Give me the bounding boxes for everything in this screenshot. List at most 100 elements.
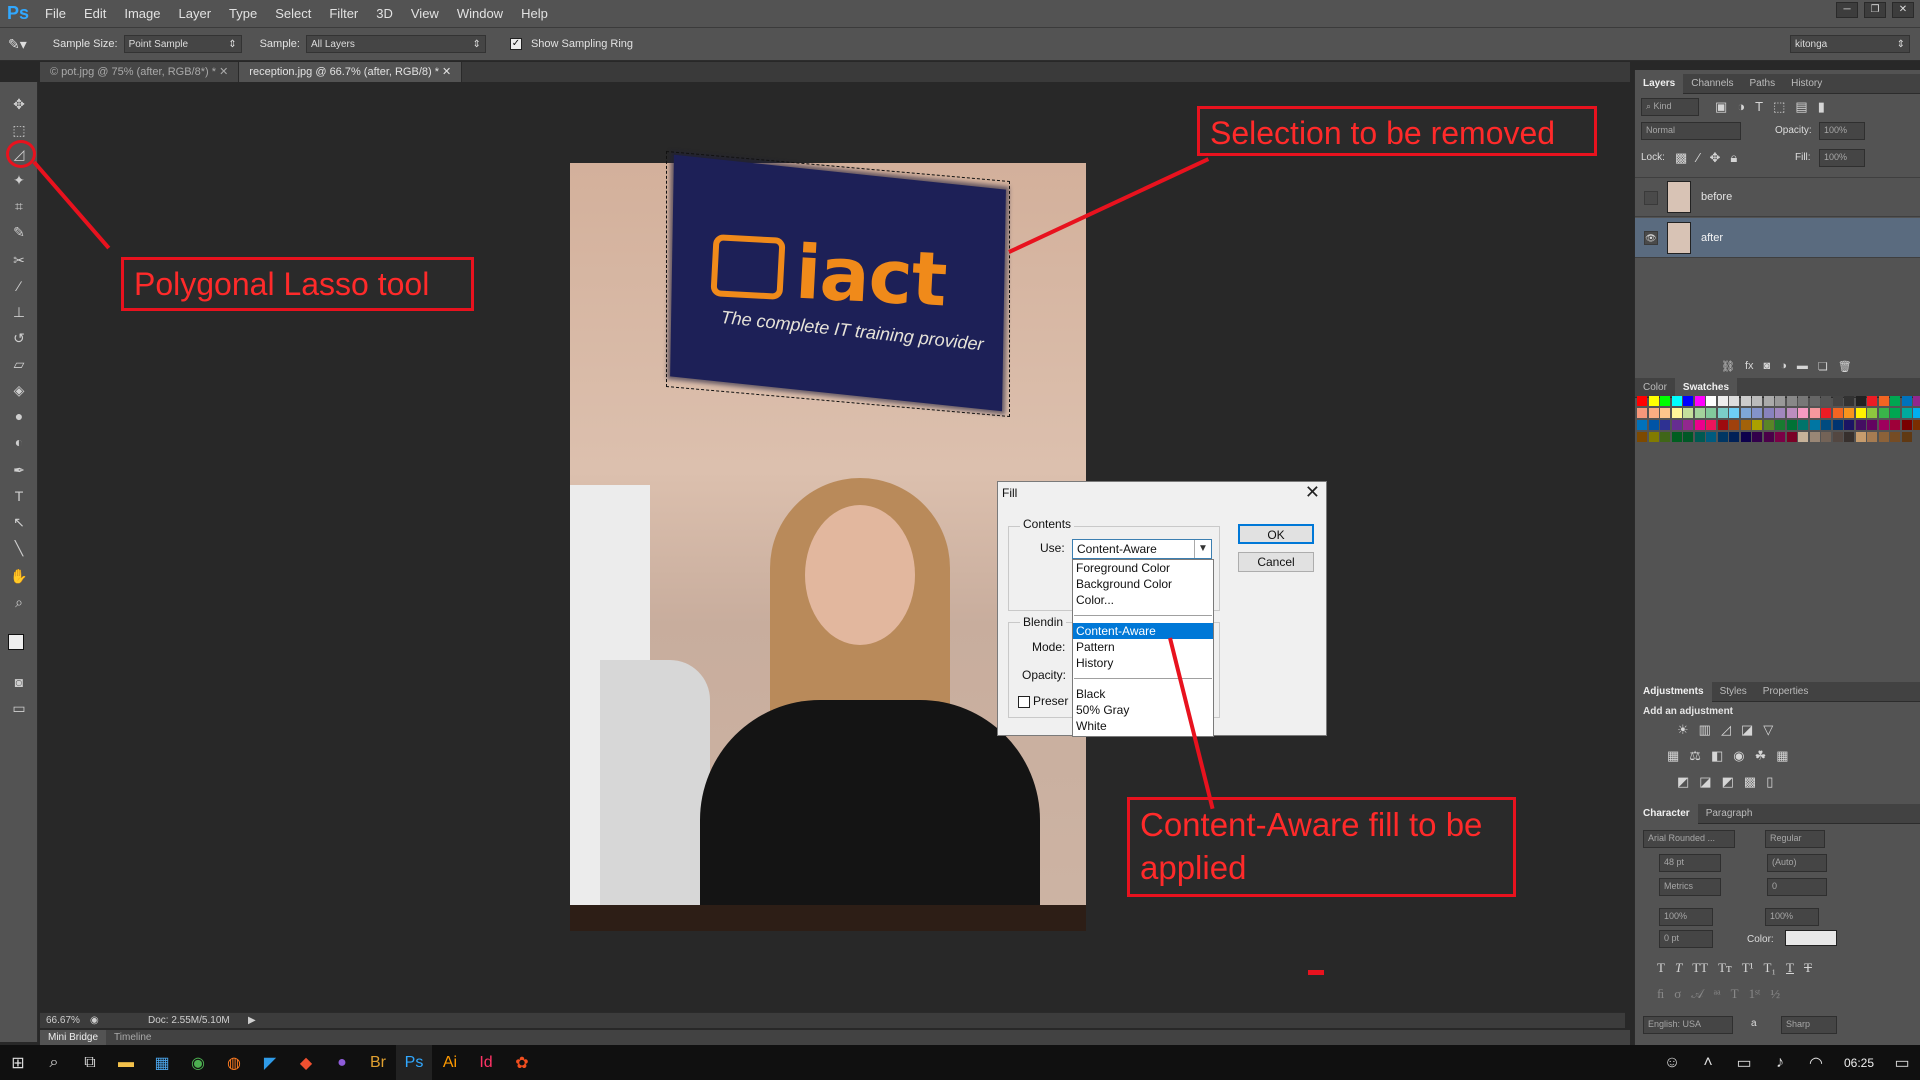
swash-icon[interactable]: 𝒜 [1691,986,1703,1002]
tab-pot[interactable]: © pot.jpg @ 75% (after, RGB/8*) * ✕ [40,62,240,82]
indesign-icon[interactable]: Id [468,1045,504,1080]
swatch[interactable] [1671,396,1682,406]
layer-kind-filter[interactable]: ⌕ Kind [1641,98,1699,116]
swatch[interactable] [1763,420,1774,430]
minimize-button[interactable]: ─ [1836,2,1858,18]
lock-pixels-icon[interactable]: ▩ [1675,150,1687,166]
swatch[interactable] [1694,396,1705,406]
task-view-icon[interactable]: ⧉ [72,1045,108,1080]
swatch[interactable] [1694,420,1705,430]
tray-chevron-icon[interactable]: ˄ [1690,1045,1726,1080]
swatch[interactable] [1878,432,1889,442]
swatch[interactable] [1706,420,1716,430]
levels-icon[interactable]: ▥ [1699,722,1711,738]
tab-color[interactable]: Color [1635,378,1675,398]
crop-tool-icon[interactable]: ⌗ [9,196,29,216]
swatch[interactable] [1809,432,1820,442]
tab-mini-bridge[interactable]: Mini Bridge [40,1030,107,1045]
text-color-swatch[interactable] [1785,930,1837,946]
blur-tool-icon[interactable]: ● [9,406,29,426]
swatch[interactable] [1706,396,1716,406]
stamp-tool-icon[interactable]: ⊥ [9,302,29,322]
swatch[interactable] [1775,432,1785,442]
swatch[interactable] [1844,420,1854,430]
hue-icon[interactable]: ▦ [1667,748,1679,764]
notification-icon[interactable]: ▭ [1884,1045,1920,1080]
link-icon[interactable]: ⛓ [1721,360,1735,373]
swatch[interactable] [1913,408,1920,418]
path-select-icon[interactable]: ↖ [9,512,29,532]
volume-icon[interactable]: ♪ [1762,1045,1798,1080]
gradient-map-icon[interactable]: ▯ [1766,774,1773,790]
tab-adjustments[interactable]: Adjustments [1635,681,1712,702]
smart-filter-icon[interactable]: ▤ [1795,99,1807,115]
swatch[interactable] [1752,408,1762,418]
windows-start-icon[interactable]: ⊞ [0,1045,36,1080]
ordinals-icon[interactable]: 1ˢᵗ [1749,986,1761,1002]
tab-channels[interactable]: Channels [1683,74,1741,94]
swatch[interactable] [1763,432,1774,442]
new-layer-icon[interactable]: ❏ [1818,360,1828,373]
swatch[interactable] [1683,420,1693,430]
swatch[interactable] [1775,396,1785,406]
tab-reception[interactable]: reception.jpg @ 66.7% (after, RGB/8) * ✕ [239,62,463,82]
chevron-down-icon[interactable]: ▼ [1194,540,1211,558]
swatch[interactable] [1809,420,1820,430]
swatch[interactable] [1729,408,1739,418]
swatch[interactable] [1786,432,1797,442]
option-pattern[interactable]: Pattern [1073,639,1213,655]
app-icon[interactable]: ● [324,1045,360,1080]
mixer-icon[interactable]: ☘ [1755,748,1767,764]
swatch[interactable] [1660,432,1670,442]
swatch[interactable] [1821,408,1831,418]
tab-properties[interactable]: Properties [1755,682,1817,702]
menu-file[interactable]: File [36,0,75,28]
swatch[interactable] [1763,408,1774,418]
swatch[interactable] [1740,396,1751,406]
menu-select[interactable]: Select [266,0,320,28]
superscript-icon[interactable]: T¹ [1742,960,1754,976]
titling-icon[interactable]: T [1731,986,1739,1002]
option-foreground-color[interactable]: Foreground Color [1073,560,1213,576]
swatch[interactable] [1729,432,1739,442]
swatch[interactable] [1786,420,1797,430]
swatch[interactable] [1648,408,1659,418]
fx-icon[interactable]: fx [1745,360,1754,373]
preserve-checkbox[interactable] [1018,695,1030,708]
swatch[interactable] [1890,408,1900,418]
swatch[interactable] [1752,420,1762,430]
eyedropper-icon[interactable]: ✎▾ [8,36,27,53]
lookup-icon[interactable]: ▦ [1776,748,1788,764]
wifi-icon[interactable]: ◠ [1798,1045,1834,1080]
swatch[interactable] [1683,432,1693,442]
font-style-select[interactable]: Regular [1765,830,1825,848]
swatch[interactable] [1798,396,1808,406]
swatch[interactable] [1671,432,1682,442]
swatch[interactable] [1855,432,1866,442]
lock-position-icon[interactable]: ✥ [1709,150,1720,166]
swatch[interactable] [1694,408,1705,418]
menu-window[interactable]: Window [448,0,512,28]
zoom-level[interactable]: 66.67% [40,1015,90,1026]
font-family-select[interactable]: Arial Rounded ... [1643,830,1735,848]
type-tool-icon[interactable]: T [9,486,29,506]
sample-size-select[interactable]: Point Sample ⇕ [123,35,242,53]
swatch[interactable] [1867,420,1877,430]
show-ring-checkbox[interactable]: ✓ [509,38,522,50]
option-history[interactable]: History [1073,655,1213,671]
lock-all-icon[interactable]: 🔒︎ [1730,150,1737,166]
swatch[interactable] [1844,396,1854,406]
exposure-icon[interactable]: ◪ [1741,722,1753,738]
menu-help[interactable]: Help [512,0,557,28]
option-50-gray[interactable]: 50% Gray [1073,702,1213,718]
swatch[interactable] [1890,396,1900,406]
swatch[interactable] [1901,420,1912,430]
swatch[interactable] [1832,396,1843,406]
tab-swatches[interactable]: Swatches [1674,377,1738,398]
alternates-icon[interactable]: ᵃᵃ [1714,986,1721,1002]
fractions-icon[interactable]: ½ [1770,986,1780,1002]
swatch[interactable] [1832,408,1843,418]
balance-icon[interactable]: ⚖ [1689,748,1701,764]
swatch[interactable] [1683,408,1693,418]
shape-filter-icon[interactable]: ⬚ [1773,99,1785,115]
